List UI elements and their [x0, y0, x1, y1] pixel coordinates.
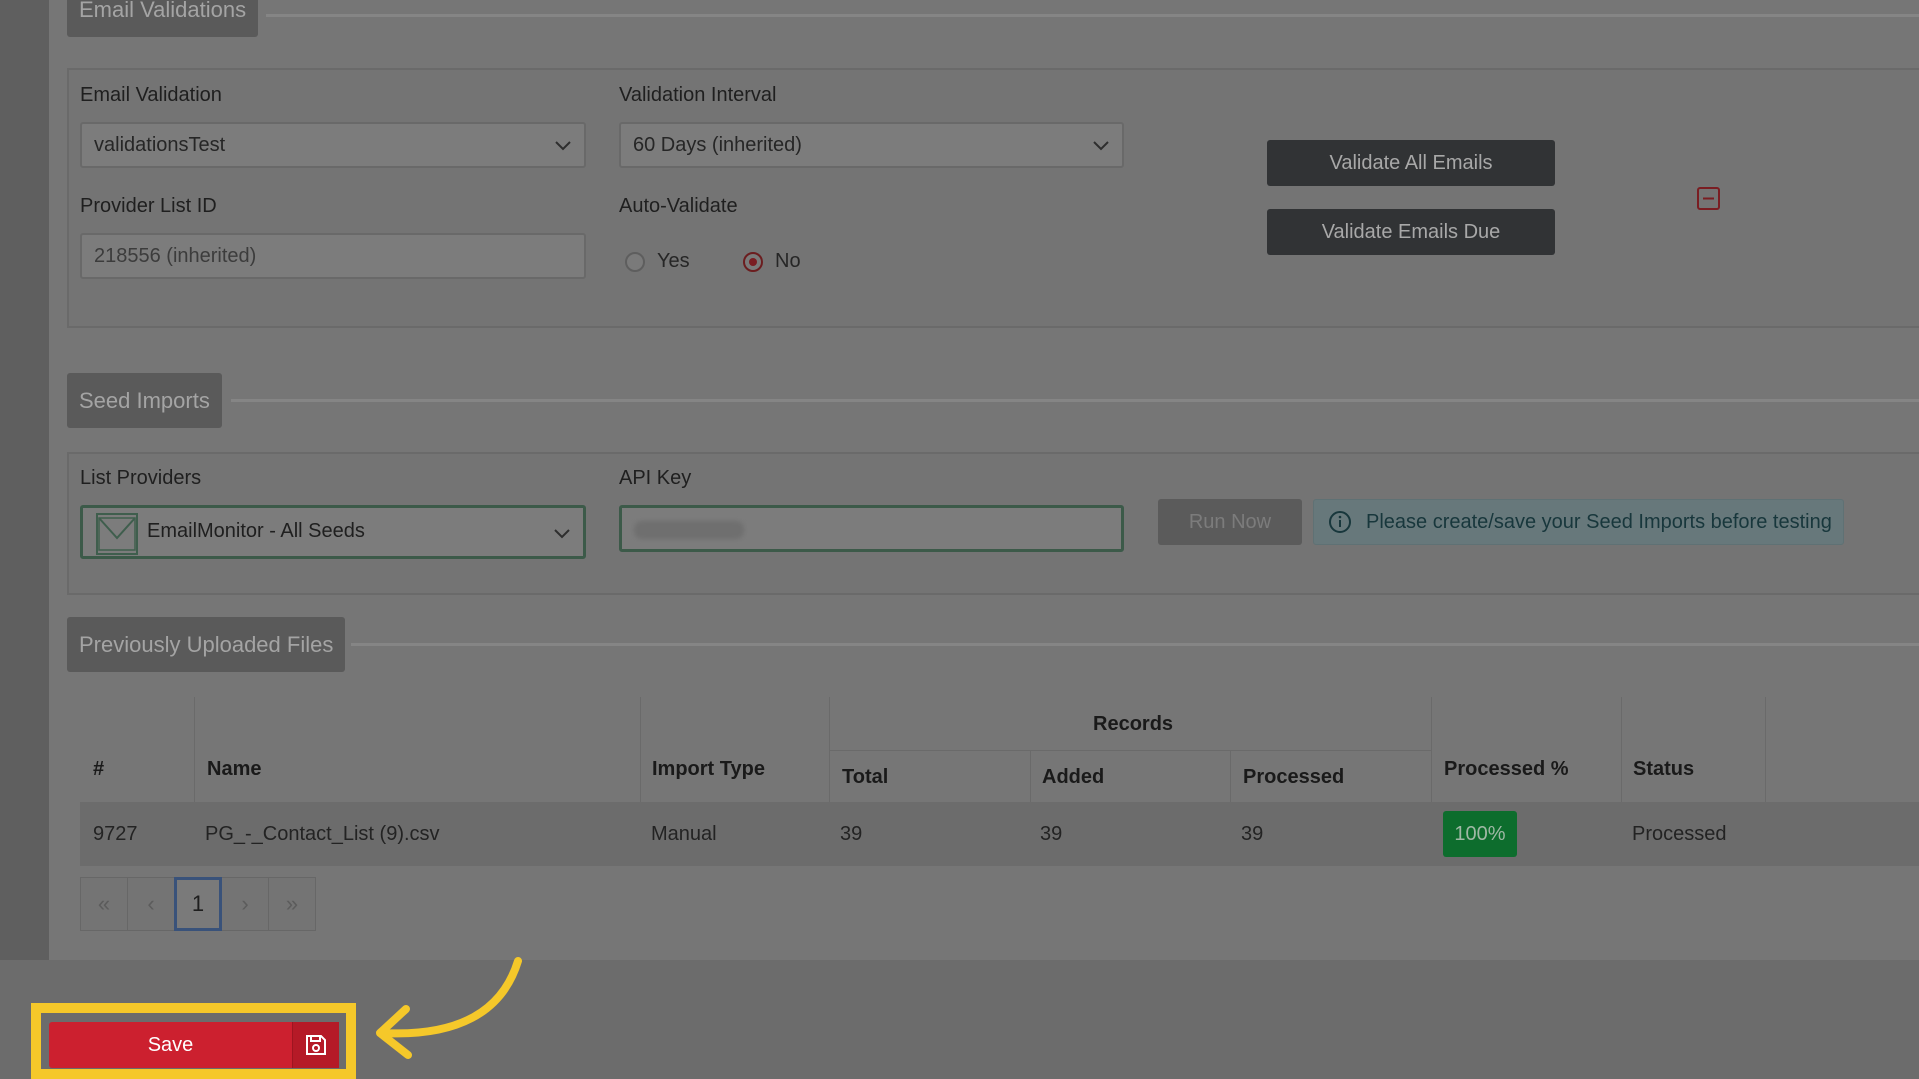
auto-validate-yes[interactable]: Yes	[625, 250, 690, 273]
uploaded-files-header: Previously Uploaded Files	[67, 617, 346, 672]
chevron-down-icon	[554, 529, 570, 539]
section-divider	[351, 643, 1919, 646]
last-page-button[interactable]: »	[268, 877, 316, 931]
column-header-name[interactable]: Name	[207, 758, 261, 781]
run-now-button[interactable]: Run Now	[1158, 499, 1302, 545]
provider-list-id-field[interactable]: 218556 (inherited)	[80, 233, 586, 279]
section-divider	[266, 14, 1919, 17]
cell-name: PG_-_Contact_List (9).csv	[205, 823, 440, 845]
cell-status: Processed	[1632, 823, 1727, 845]
prev-page-button[interactable]: ‹	[127, 877, 175, 931]
column-header-added[interactable]: Added	[1042, 766, 1104, 789]
cell-total: 39	[840, 823, 863, 845]
email-validations-header: Email Validations	[67, 0, 259, 37]
cell-import-type: Manual	[651, 823, 717, 845]
column-header-total[interactable]: Total	[842, 766, 888, 789]
first-page-button[interactable]: «	[80, 877, 128, 931]
cell-number: 9727	[93, 823, 138, 845]
section-title: Email Validations	[79, 0, 247, 22]
table-divider	[640, 697, 641, 802]
auto-validate-label: Auto-Validate	[619, 195, 738, 217]
email-validation-value: validationsTest	[94, 134, 226, 156]
api-key-label: API Key	[619, 467, 692, 489]
table-divider	[1765, 697, 1766, 802]
next-page-button[interactable]: ›	[221, 877, 269, 931]
save-label: Save	[147, 1034, 194, 1056]
processed-pct-badge: 100%	[1443, 811, 1517, 857]
validation-interval-select[interactable]: 60 Days (inherited)	[619, 122, 1124, 168]
arrow-icon	[376, 957, 522, 1059]
validation-interval-value: 60 Days (inherited)	[633, 134, 802, 156]
page-1-button[interactable]: 1	[174, 877, 222, 931]
chevron-down-icon	[1093, 141, 1109, 151]
list-providers-select[interactable]: EmailMonitor - All Seeds	[80, 505, 586, 559]
envelope-icon	[96, 513, 138, 555]
left-gutter	[0, 0, 49, 960]
table-divider	[1621, 697, 1622, 802]
radio-unchecked-icon[interactable]	[625, 251, 645, 272]
provider-list-id-label: Provider List ID	[80, 195, 217, 217]
collapse-icon[interactable]	[1697, 187, 1720, 210]
radio-label-no: No	[775, 250, 801, 272]
info-icon	[1329, 511, 1351, 533]
validation-interval-label: Validation Interval	[619, 84, 777, 106]
cell-processed: 39	[1241, 823, 1264, 845]
column-group-records: Records	[1093, 713, 1174, 735]
seed-imports-header: Seed Imports	[67, 373, 222, 428]
api-key-input[interactable]	[619, 505, 1124, 552]
column-header-number[interactable]: #	[93, 758, 104, 781]
redacted-api-key	[634, 521, 744, 539]
list-providers-value: EmailMonitor - All Seeds	[147, 520, 365, 542]
save-icon-box[interactable]	[292, 1022, 339, 1068]
table-divider	[829, 750, 1431, 751]
radio-checked-icon[interactable]	[743, 251, 763, 272]
save-button[interactable]: Save	[49, 1022, 339, 1068]
table-divider	[1431, 697, 1432, 802]
email-validation-label: Email Validation	[80, 84, 222, 106]
auto-validate-no[interactable]: No	[743, 250, 801, 273]
column-header-processed[interactable]: Processed	[1243, 766, 1344, 789]
column-header-status[interactable]: Status	[1633, 758, 1694, 781]
provider-list-id-value: 218556 (inherited)	[94, 245, 257, 267]
validate-emails-due-button[interactable]: Validate Emails Due	[1267, 209, 1555, 255]
section-divider	[231, 399, 1919, 402]
table-divider	[194, 697, 195, 802]
pagination: « ‹ 1 › »	[80, 877, 316, 931]
table-divider	[1230, 750, 1231, 802]
section-title: Seed Imports	[79, 388, 210, 413]
email-validation-select[interactable]: validationsTest	[80, 122, 586, 168]
email-validations-fieldset	[67, 68, 1919, 328]
section-title: Previously Uploaded Files	[79, 632, 334, 657]
info-alert: Please create/save your Seed Imports bef…	[1313, 499, 1844, 545]
column-header-import-type[interactable]: Import Type	[652, 758, 765, 781]
info-message: Please create/save your Seed Imports bef…	[1366, 511, 1832, 533]
list-providers-label: List Providers	[80, 467, 202, 489]
table-divider	[1030, 750, 1031, 802]
validate-all-emails-button[interactable]: Validate All Emails	[1267, 140, 1555, 186]
cell-added: 39	[1040, 823, 1063, 845]
chevron-down-icon	[555, 141, 571, 151]
save-icon	[306, 1035, 326, 1055]
radio-label-yes: Yes	[657, 250, 690, 272]
column-header-processed-pct[interactable]: Processed %	[1444, 758, 1569, 781]
